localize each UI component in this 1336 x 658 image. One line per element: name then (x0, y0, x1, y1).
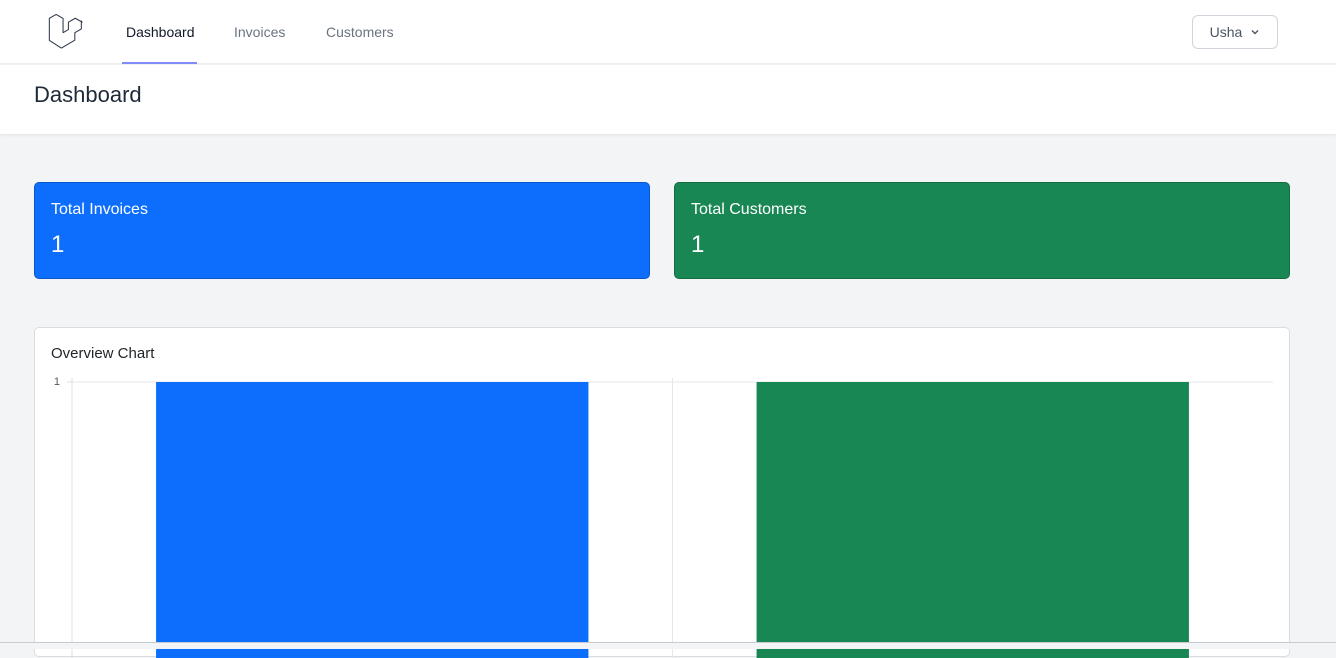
user-menu-button[interactable]: Usha (1192, 15, 1278, 49)
chevron-down-icon (1251, 30, 1259, 35)
y-tick-label: 1 (54, 376, 60, 388)
bar-total-invoices (156, 382, 589, 658)
bar-total-customers (756, 382, 1189, 658)
nav-link-customers[interactable]: Customers (322, 0, 398, 64)
page-title: Dashboard (34, 82, 142, 107)
total-customers-card: Total Customers 1 (674, 182, 1290, 279)
overview-chart-panel: Overview Chart 1 (34, 327, 1290, 658)
nav-link-dashboard[interactable]: Dashboard (122, 0, 197, 64)
laravel-logo-icon[interactable] (48, 14, 84, 50)
nav-link-invoices[interactable]: Invoices (230, 0, 289, 64)
user-name: Usha (1209, 24, 1243, 40)
total-invoices-label: Total Invoices (51, 201, 148, 218)
overview-chart: 1 (54, 376, 1273, 658)
top-navigation: Dashboard Invoices Customers Usha (0, 0, 1336, 64)
total-invoices-value: 1 (51, 231, 65, 258)
total-invoices-card: Total Invoices 1 (34, 182, 650, 279)
total-customers-label: Total Customers (691, 201, 807, 218)
total-customers-value: 1 (691, 231, 705, 258)
page-header: Dashboard (0, 65, 1336, 134)
